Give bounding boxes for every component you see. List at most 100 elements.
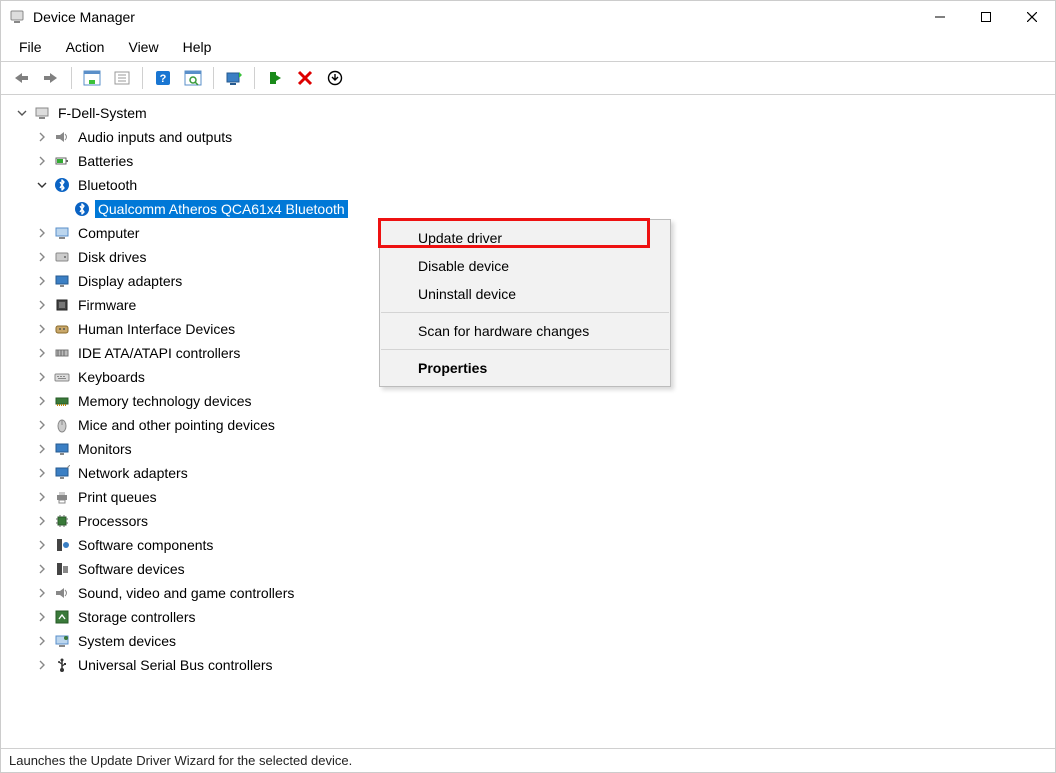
tree-category[interactable]: Processors xyxy=(35,509,1055,533)
context-menu: Update driverDisable deviceUninstall dev… xyxy=(379,219,671,387)
tree-category[interactable]: Mice and other pointing devices xyxy=(35,413,1055,437)
chevron-right-icon[interactable] xyxy=(35,250,49,264)
tree-category-label: Batteries xyxy=(75,152,136,170)
chevron-right-icon[interactable] xyxy=(35,634,49,648)
processor-icon xyxy=(53,512,71,530)
tree-category-label: IDE ATA/ATAPI controllers xyxy=(75,344,243,362)
chevron-right-icon[interactable] xyxy=(35,346,49,360)
chevron-right-icon[interactable] xyxy=(35,490,49,504)
computer-icon xyxy=(33,104,51,122)
chevron-right-icon[interactable] xyxy=(35,226,49,240)
menu-action[interactable]: Action xyxy=(56,35,115,59)
chevron-right-icon[interactable] xyxy=(35,658,49,672)
tree-category[interactable]: Software devices xyxy=(35,557,1055,581)
chevron-down-icon[interactable] xyxy=(15,106,29,120)
system-icon xyxy=(53,632,71,650)
chevron-right-icon[interactable] xyxy=(35,154,49,168)
tree-category-label: Software devices xyxy=(75,560,188,578)
menu-help[interactable]: Help xyxy=(173,35,222,59)
forward-button[interactable] xyxy=(37,65,65,91)
tree-category[interactable]: Audio inputs and outputs xyxy=(35,125,1055,149)
tree-category[interactable]: Monitors xyxy=(35,437,1055,461)
back-button[interactable] xyxy=(7,65,35,91)
tree-device[interactable]: Qualcomm Atheros QCA61x4 Bluetooth xyxy=(55,197,1055,221)
chevron-right-icon[interactable] xyxy=(35,130,49,144)
memory-icon xyxy=(53,392,71,410)
context-menu-item[interactable]: Uninstall device xyxy=(380,280,670,308)
chevron-right-icon[interactable] xyxy=(35,394,49,408)
chevron-right-icon[interactable] xyxy=(35,514,49,528)
swcomp-icon xyxy=(53,536,71,554)
tree-category-label: Display adapters xyxy=(75,272,185,290)
chevron-right-icon[interactable] xyxy=(35,442,49,456)
chevron-right-icon[interactable] xyxy=(35,418,49,432)
chevron-right-icon[interactable] xyxy=(35,562,49,576)
tree-category[interactable]: Sound, video and game controllers xyxy=(35,581,1055,605)
uninstall-device-button[interactable] xyxy=(321,65,349,91)
network-icon xyxy=(53,464,71,482)
bluetooth-icon xyxy=(53,176,71,194)
disk-icon xyxy=(53,248,71,266)
firmware-icon xyxy=(53,296,71,314)
properties-button[interactable] xyxy=(108,65,136,91)
context-menu-separator xyxy=(381,349,669,350)
swdev-icon xyxy=(53,560,71,578)
tree-category-label: Audio inputs and outputs xyxy=(75,128,235,146)
tree-category[interactable]: Bluetooth xyxy=(35,173,1055,197)
context-menu-separator xyxy=(381,312,669,313)
scan-hardware-button[interactable] xyxy=(179,65,207,91)
close-button[interactable] xyxy=(1009,1,1055,33)
chevron-right-icon[interactable] xyxy=(35,298,49,312)
chevron-right-icon[interactable] xyxy=(35,538,49,552)
chevron-right-icon[interactable] xyxy=(35,370,49,384)
context-menu-item[interactable]: Scan for hardware changes xyxy=(380,317,670,345)
hid-icon xyxy=(53,320,71,338)
menu-file[interactable]: File xyxy=(9,35,52,59)
titlebar: Device Manager xyxy=(1,1,1055,33)
statusbar: Launches the Update Driver Wizard for th… xyxy=(1,748,1055,772)
tree-category-label: Storage controllers xyxy=(75,608,199,626)
monitor-icon xyxy=(53,440,71,458)
maximize-button[interactable] xyxy=(963,1,1009,33)
tree-root[interactable]: F-Dell-System xyxy=(15,101,1055,125)
show-hide-console-tree-button[interactable] xyxy=(78,65,106,91)
printer-icon xyxy=(53,488,71,506)
tree-category[interactable]: Memory technology devices xyxy=(35,389,1055,413)
tree-category-label: Sound, video and game controllers xyxy=(75,584,297,602)
menu-view[interactable]: View xyxy=(118,35,168,59)
tree-category-label: Bluetooth xyxy=(75,176,140,194)
tree-category[interactable]: Storage controllers xyxy=(35,605,1055,629)
tree-category-label: System devices xyxy=(75,632,179,650)
chevron-right-icon[interactable] xyxy=(35,322,49,336)
tree-category[interactable]: Universal Serial Bus controllers xyxy=(35,653,1055,677)
chevron-right-icon[interactable] xyxy=(35,466,49,480)
minimize-button[interactable] xyxy=(917,1,963,33)
context-menu-item[interactable]: Properties xyxy=(380,354,670,382)
keyboard-icon xyxy=(53,368,71,386)
tree-category[interactable]: Software components xyxy=(35,533,1055,557)
enable-device-button[interactable] xyxy=(261,65,289,91)
disable-device-button[interactable] xyxy=(291,65,319,91)
help-button[interactable]: ? xyxy=(149,65,177,91)
toolbar: ? xyxy=(1,61,1055,95)
svg-text:?: ? xyxy=(160,73,167,85)
update-driver-button[interactable] xyxy=(220,65,248,91)
menubar: File Action View Help xyxy=(1,33,1055,61)
context-menu-item[interactable]: Update driver xyxy=(380,224,670,252)
bluetooth-icon xyxy=(73,200,91,218)
tree-category-label: Memory technology devices xyxy=(75,392,255,410)
storage-icon xyxy=(53,608,71,626)
context-menu-item[interactable]: Disable device xyxy=(380,252,670,280)
tree-category-label: Computer xyxy=(75,224,142,242)
tree-category[interactable]: Network adapters xyxy=(35,461,1055,485)
chevron-right-icon[interactable] xyxy=(35,586,49,600)
tree-category[interactable]: Print queues xyxy=(35,485,1055,509)
tree-category[interactable]: System devices xyxy=(35,629,1055,653)
tree-category-label: Disk drives xyxy=(75,248,149,266)
chevron-right-icon[interactable] xyxy=(35,610,49,624)
sound-icon xyxy=(53,584,71,602)
chevron-right-icon[interactable] xyxy=(35,274,49,288)
device-tree[interactable]: F-Dell-System Audio inputs and outputs Ba… xyxy=(1,95,1055,748)
chevron-down-icon[interactable] xyxy=(35,178,49,192)
tree-category[interactable]: Batteries xyxy=(35,149,1055,173)
